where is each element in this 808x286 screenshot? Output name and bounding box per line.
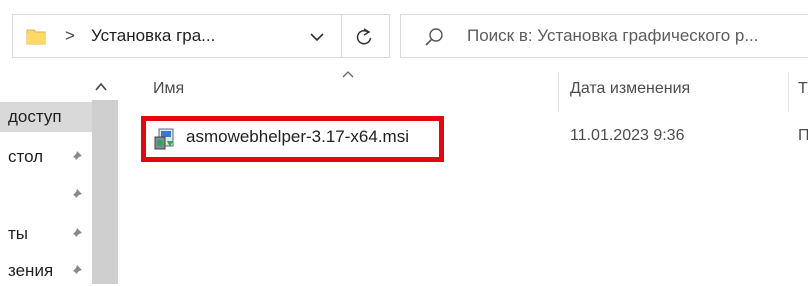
sort-ascending-icon bbox=[342, 71, 354, 78]
navigation-pane: доступ стол ты зения bbox=[0, 72, 118, 284]
column-header-type[interactable]: Т bbox=[798, 80, 808, 98]
nav-item-pictures[interactable]: зения bbox=[0, 256, 92, 286]
scroll-up-arrow-icon[interactable] bbox=[92, 78, 110, 96]
address-bar[interactable]: > Установка гра... bbox=[12, 14, 390, 58]
pin-icon bbox=[71, 189, 82, 200]
folder-icon bbox=[26, 29, 46, 45]
pin-icon bbox=[71, 228, 82, 239]
file-date-modified: 11.01.2023 9:36 bbox=[570, 127, 685, 144]
nav-item-label: зения bbox=[8, 261, 54, 280]
address-divider bbox=[341, 15, 342, 57]
refresh-icon[interactable] bbox=[353, 26, 375, 48]
breadcrumb-current-folder[interactable]: Установка гра... bbox=[91, 26, 215, 46]
nav-item-documents[interactable]: ты bbox=[0, 219, 92, 249]
column-header-date-modified[interactable]: Дата изменения bbox=[570, 80, 690, 98]
chevron-down-icon[interactable] bbox=[306, 26, 328, 48]
nav-item-desktop[interactable]: стол bbox=[0, 142, 92, 172]
nav-item-label: ты bbox=[8, 224, 29, 243]
search-icon bbox=[425, 28, 443, 46]
column-header-name[interactable]: Имя bbox=[153, 80, 184, 98]
pin-icon bbox=[71, 151, 82, 162]
nav-item-downloads[interactable] bbox=[0, 180, 92, 210]
nav-item-label: доступ bbox=[8, 107, 62, 126]
search-box[interactable]: Поиск в: Установка графического р... bbox=[400, 14, 808, 58]
file-type: П bbox=[798, 127, 808, 144]
column-divider[interactable] bbox=[788, 72, 789, 112]
column-divider[interactable] bbox=[558, 72, 559, 112]
search-input[interactable]: Поиск в: Установка графического р... bbox=[467, 26, 759, 46]
highlight-frame bbox=[141, 116, 444, 162]
scrollbar-thumb[interactable] bbox=[92, 100, 118, 284]
nav-item-label: стол bbox=[8, 147, 44, 166]
breadcrumb-separator: > bbox=[65, 26, 75, 45]
pin-icon bbox=[71, 265, 82, 276]
nav-item-quick-access[interactable]: доступ bbox=[0, 102, 92, 132]
